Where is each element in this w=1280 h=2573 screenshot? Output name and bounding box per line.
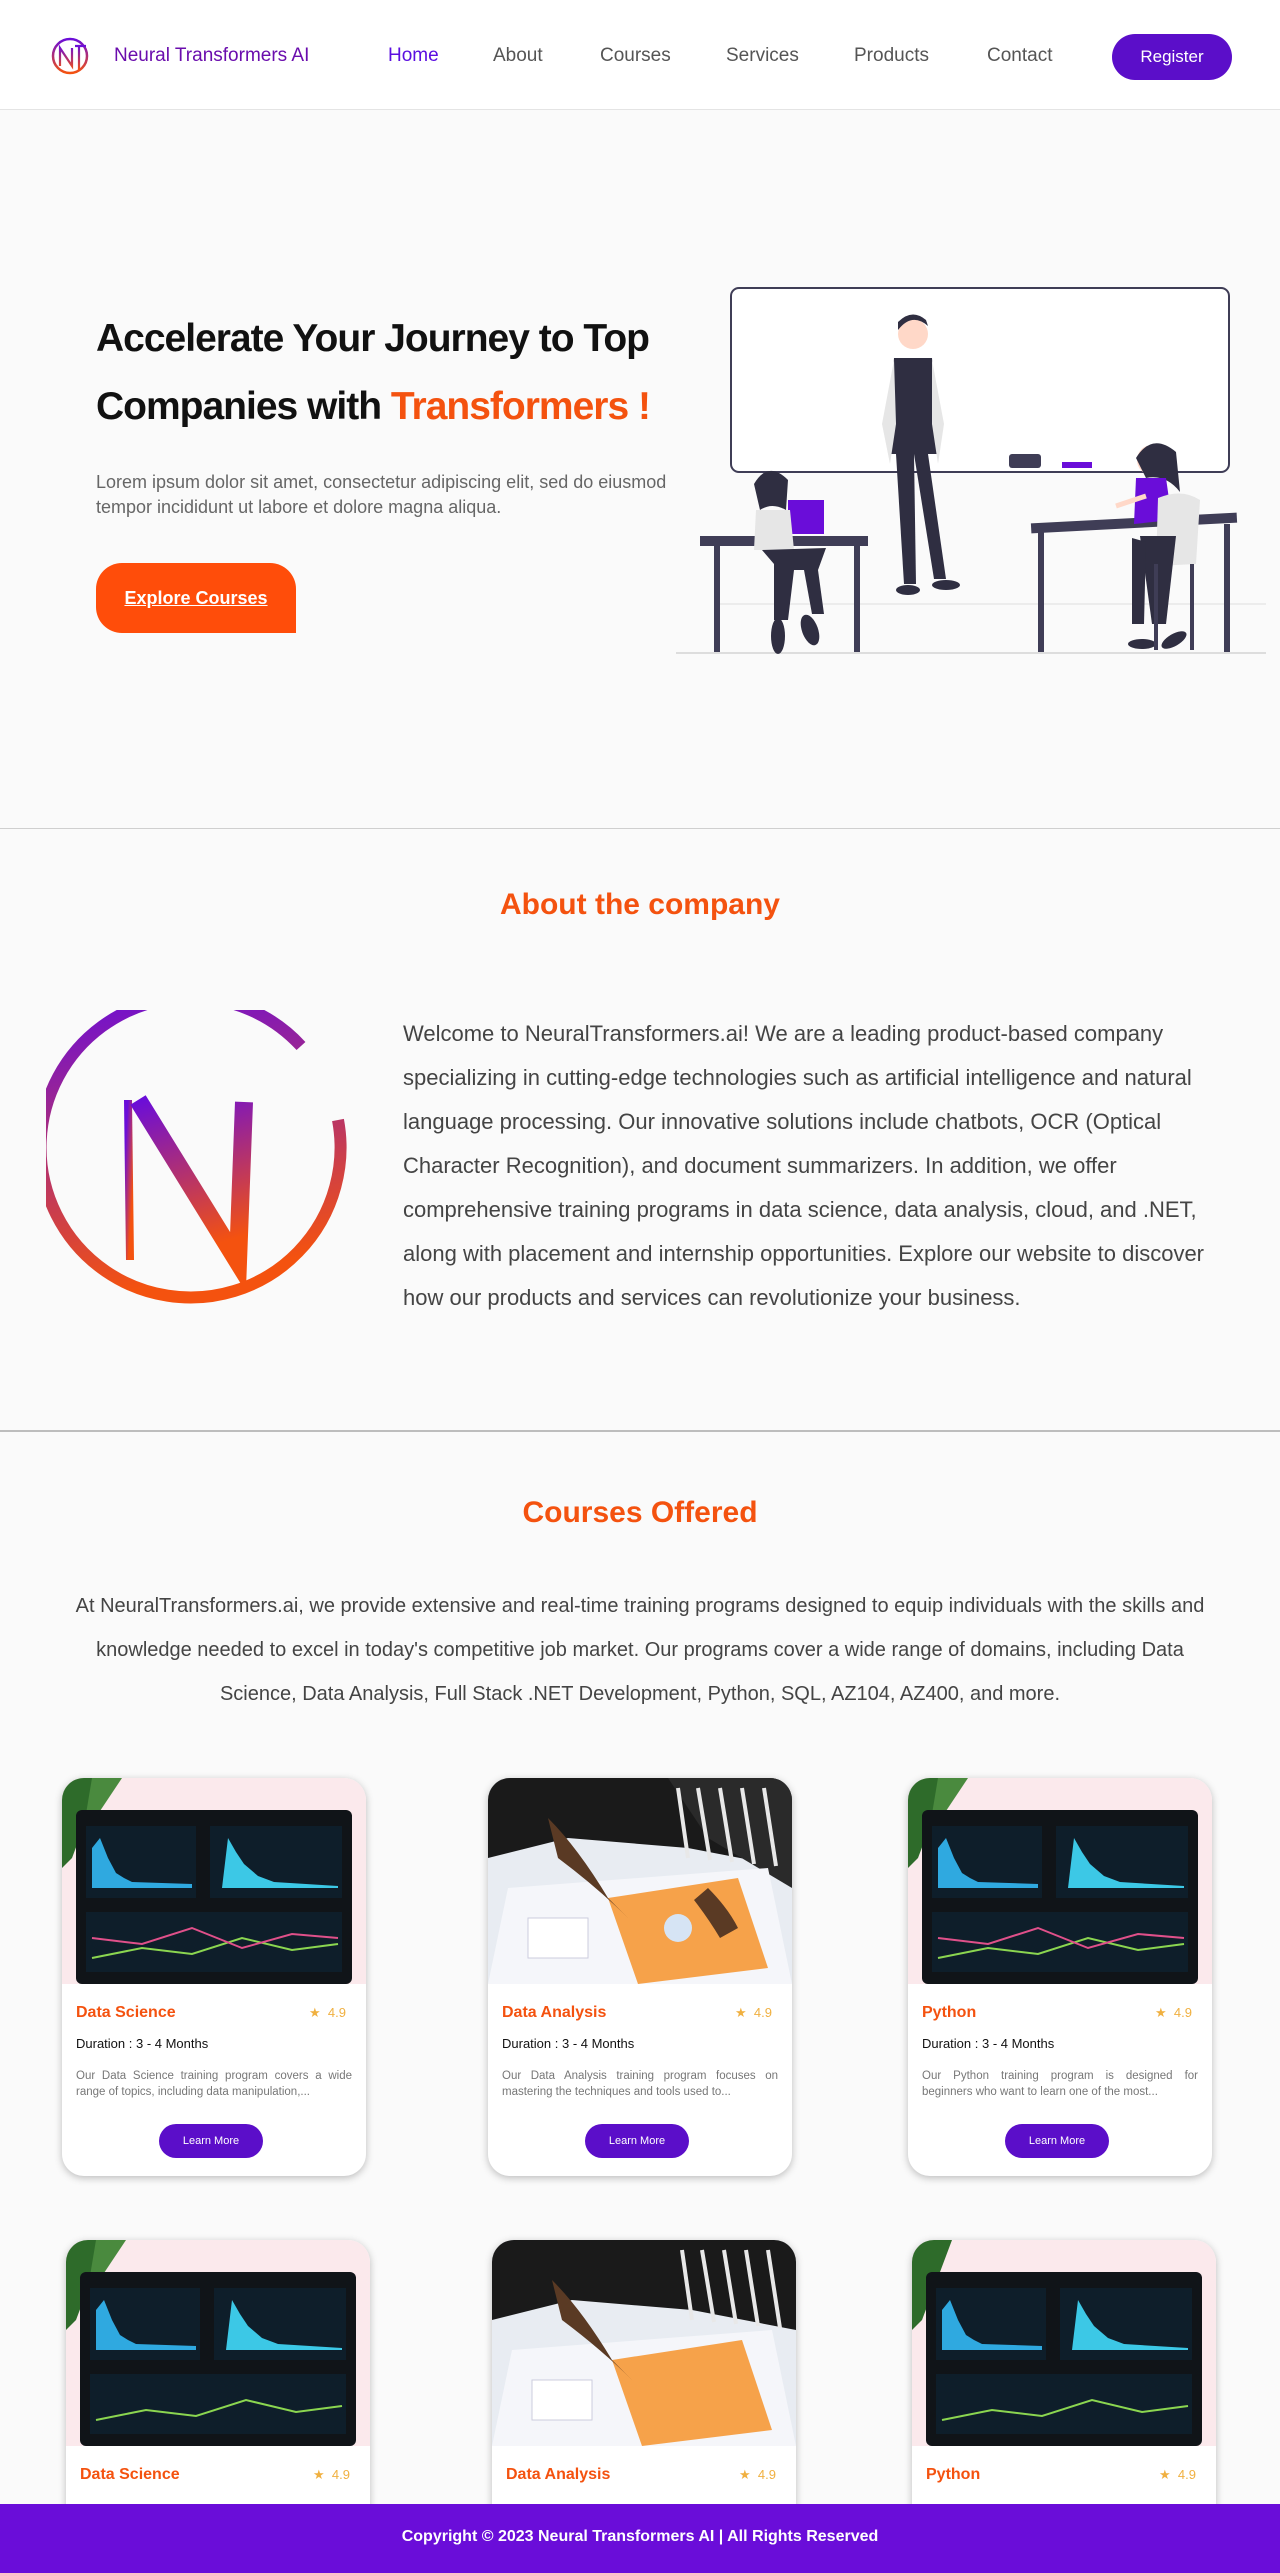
about-section: About the company Welcome to NeuralTrans…: [0, 830, 1280, 1432]
brand-name[interactable]: Neural Transformers AI: [114, 45, 309, 67]
dashboard-image: [62, 1778, 366, 1984]
rating-value: 4.9: [757, 2467, 776, 2482]
course-duration: Duration : 3 - 4 Months: [76, 2036, 209, 2051]
rating-value: 4.9: [331, 2467, 350, 2482]
team-meeting-illustration: [676, 287, 1266, 654]
hero-section: Accelerate Your Journey to Top Companies…: [0, 111, 1280, 829]
company-logo-icon: [46, 1010, 348, 1304]
explore-courses-button[interactable]: Explore Courses: [96, 563, 296, 633]
rating-value: 4.9: [753, 2005, 772, 2020]
rating-value: 4.9: [327, 2005, 346, 2020]
course-description: Our Data Science training program covers…: [76, 2070, 352, 2098]
nav-products[interactable]: Products: [854, 45, 929, 67]
nav-contact[interactable]: Contact: [987, 45, 1052, 67]
course-description: Our Data Analysis training program focus…: [502, 2070, 778, 2098]
learn-more-button[interactable]: Learn More: [159, 2124, 263, 2158]
course-duration: Duration : 3 - 4 Months: [502, 2036, 635, 2051]
footer: Copyright © 2023 Neural Transformers AI …: [0, 2504, 1280, 2573]
dashboard-image: [908, 1778, 1212, 1984]
courses-title: Courses Offered: [522, 1496, 758, 1529]
nav-services[interactable]: Services: [726, 45, 799, 67]
hero-title: Accelerate Your Journey to Top Companies…: [96, 305, 696, 441]
star-icon: ★: [1159, 2467, 1171, 2482]
course-card[interactable]: Data Science ★ 4.9 Duration : 3 - 4 Mont…: [62, 1778, 366, 2176]
course-title[interactable]: Python: [922, 2004, 976, 2022]
course-card[interactable]: Python ★ 4.9 Duration : 3 - 4 Months Our…: [908, 1778, 1212, 2176]
course-rating: ★ 4.9: [1159, 2467, 1196, 2483]
rating-value: 4.9: [1177, 2467, 1196, 2482]
page: Neural Transformers AI Home About Course…: [0, 0, 1280, 2573]
navbar: Neural Transformers AI Home About Course…: [0, 0, 1280, 110]
register-button[interactable]: Register: [1112, 34, 1232, 80]
course-rating: ★ 4.9: [739, 2467, 776, 2483]
star-icon: ★: [735, 2005, 747, 2020]
brand-logo-icon[interactable]: [50, 36, 90, 76]
course-description: Our Python training program is designed …: [922, 2070, 1198, 2098]
hero-subtitle: Lorem ipsum dolor sit amet, consectetur …: [96, 472, 667, 517]
courses-section: Courses Offered At NeuralTransformers.ai…: [0, 1434, 1280, 2573]
courses-intro: At NeuralTransformers.ai, we provide ext…: [75, 1595, 1205, 1705]
paperwork-image: [492, 2240, 796, 2446]
course-rating: ★ 4.9: [313, 2467, 350, 2483]
course-card[interactable]: Data Analysis ★ 4.9 Duration : 3 - 4 Mon…: [488, 1778, 792, 2176]
course-title[interactable]: Data Analysis: [506, 2466, 610, 2484]
course-title[interactable]: Python: [926, 2466, 980, 2484]
paperwork-image: [488, 1778, 792, 1984]
star-icon: ★: [313, 2467, 325, 2482]
course-rating: ★ 4.9: [309, 2005, 346, 2021]
dashboard-image: [66, 2240, 370, 2446]
course-rating: ★ 4.9: [1155, 2005, 1192, 2021]
dashboard-image: [912, 2240, 1216, 2446]
course-title[interactable]: Data Science: [76, 2004, 176, 2022]
star-icon: ★: [1155, 2005, 1167, 2020]
course-title[interactable]: Data Analysis: [502, 2004, 606, 2022]
course-title[interactable]: Data Science: [80, 2466, 180, 2484]
star-icon: ★: [739, 2467, 751, 2482]
nav-about[interactable]: About: [493, 45, 543, 67]
course-duration: Duration : 3 - 4 Months: [922, 2036, 1055, 2051]
nav-courses[interactable]: Courses: [600, 45, 671, 67]
about-text: Welcome to NeuralTransformers.ai! We are…: [403, 1021, 1205, 1310]
copyright-text: Copyright © 2023 Neural Transformers AI …: [401, 2528, 879, 2545]
nav-home[interactable]: Home: [388, 45, 439, 67]
learn-more-button[interactable]: Learn More: [585, 2124, 689, 2158]
rating-value: 4.9: [1173, 2005, 1192, 2020]
hero-title-accent: Transformers !: [390, 385, 651, 428]
star-icon: ★: [309, 2005, 321, 2020]
course-rating: ★ 4.9: [735, 2005, 772, 2021]
about-title: About the company: [499, 888, 780, 921]
learn-more-button[interactable]: Learn More: [1005, 2124, 1109, 2158]
